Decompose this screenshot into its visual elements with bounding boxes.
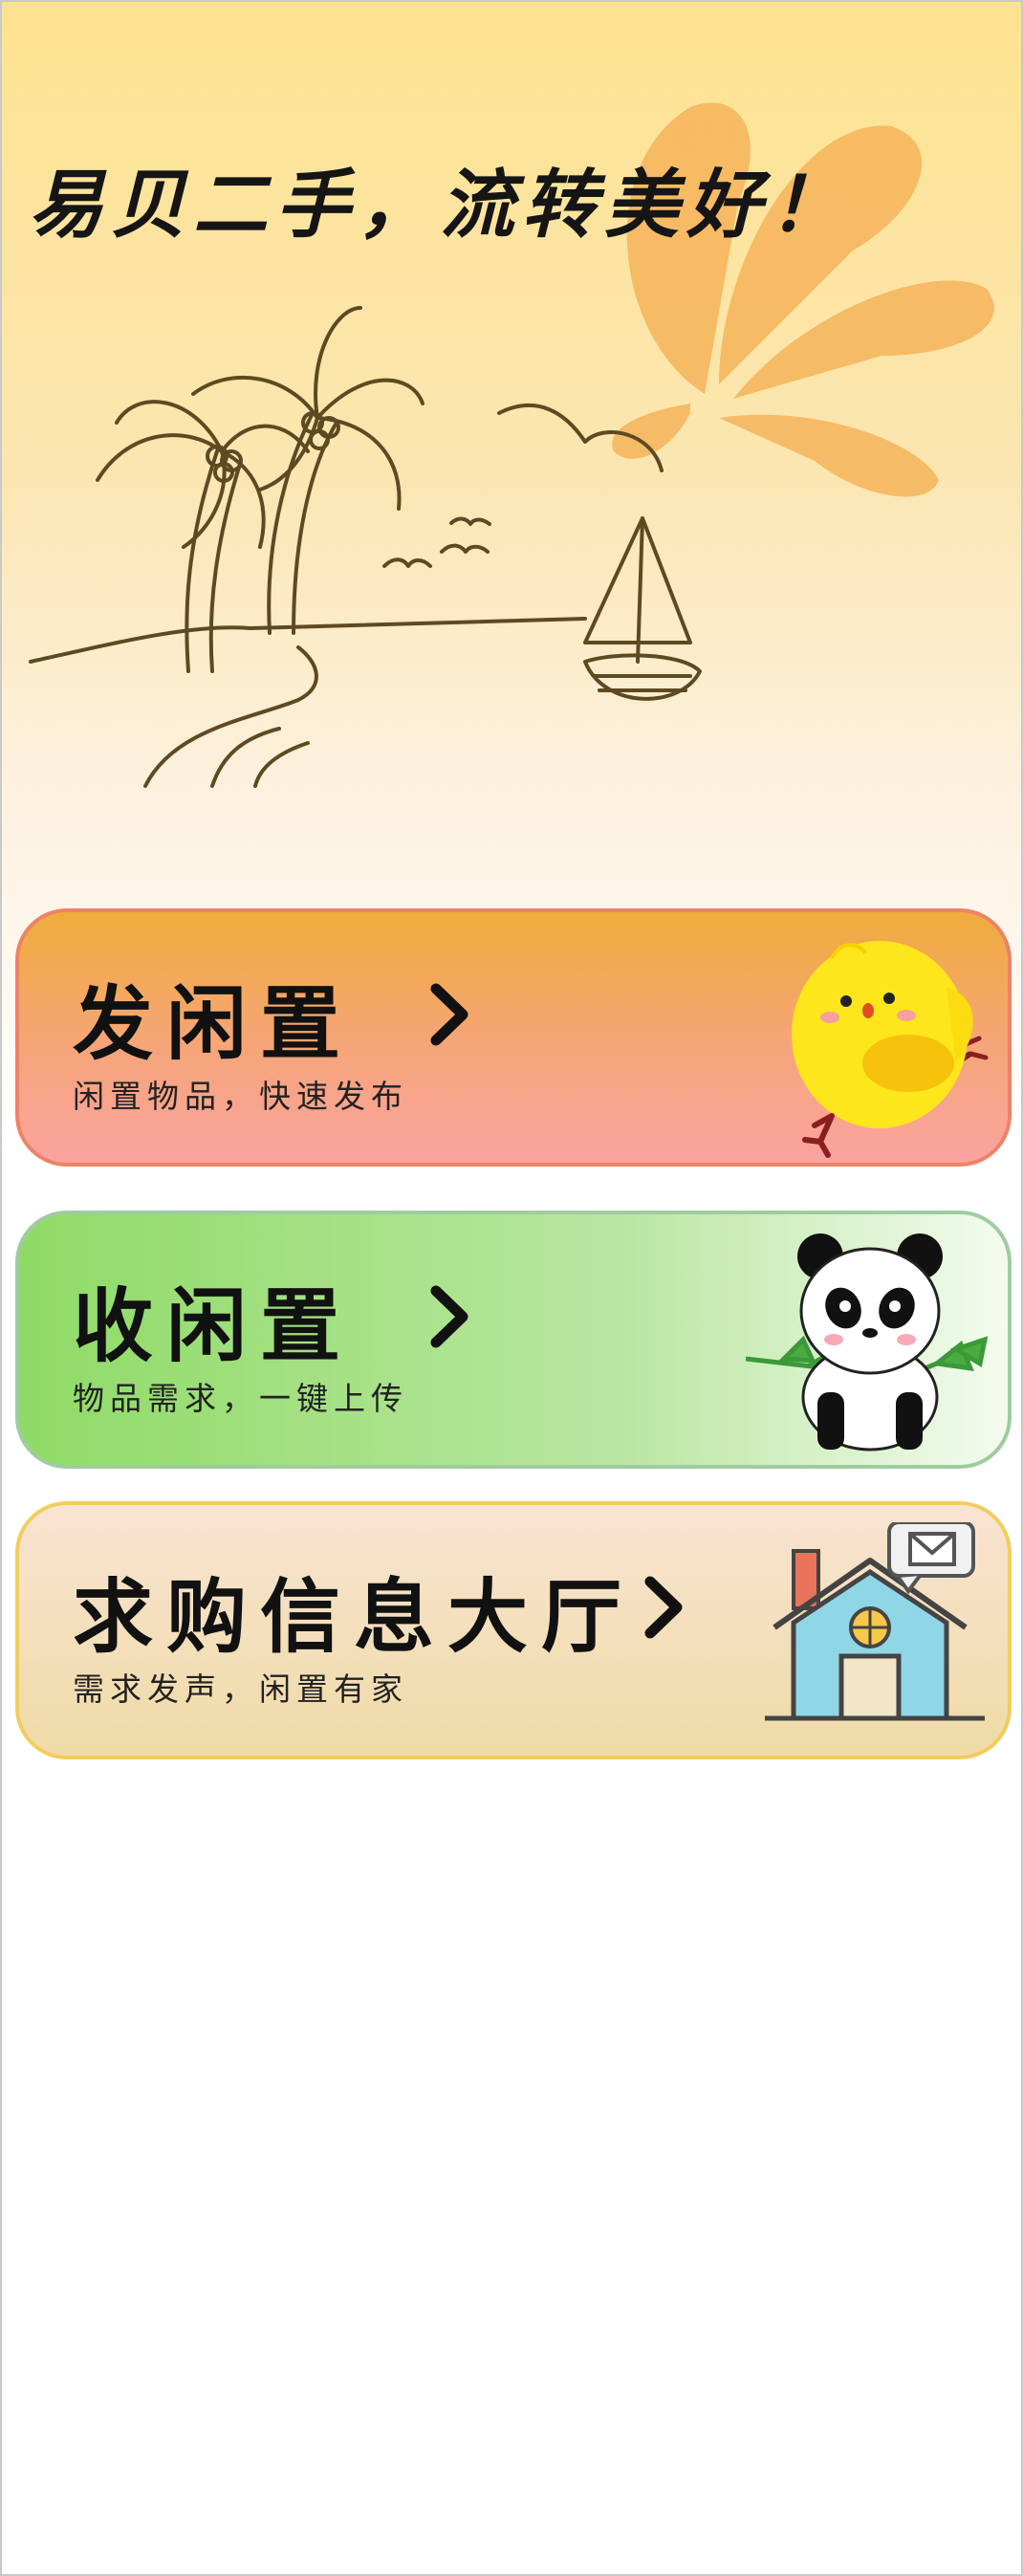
wanted-hall-card[interactable]: 求购信息大厅 需求发声，闲置有家 xyxy=(15,1501,1012,1759)
card-title: 发闲置 xyxy=(73,977,355,1071)
chick-icon xyxy=(792,941,989,1158)
house-mail-icon xyxy=(765,1522,985,1721)
collect-idle-card[interactable]: 收闲置 物品需求，一键上传 xyxy=(15,1211,1012,1469)
card-title: 求购信息大厅 xyxy=(73,1570,636,1664)
chevron-right-icon[interactable] xyxy=(426,981,472,1048)
card-subtitle: 物品需求，一键上传 xyxy=(73,1380,408,1417)
hero-banner: 易贝二手，流转美好！ xyxy=(2,2,1023,862)
post-idle-card[interactable]: 发闲置 闲置物品，快速发布 xyxy=(15,908,1012,1167)
card-title: 收闲置 xyxy=(73,1279,355,1373)
chevron-right-icon[interactable] xyxy=(426,1283,472,1350)
beach-sketch-illustration xyxy=(29,306,702,788)
slogan-text: 易贝二手，流转美好！ xyxy=(29,162,852,249)
card-subtitle: 需求发声，闲置有家 xyxy=(73,1670,408,1708)
chevron-right-icon[interactable] xyxy=(641,1574,686,1641)
panda-icon xyxy=(746,1233,989,1452)
card-subtitle: 闲置物品，快速发布 xyxy=(73,1078,408,1115)
